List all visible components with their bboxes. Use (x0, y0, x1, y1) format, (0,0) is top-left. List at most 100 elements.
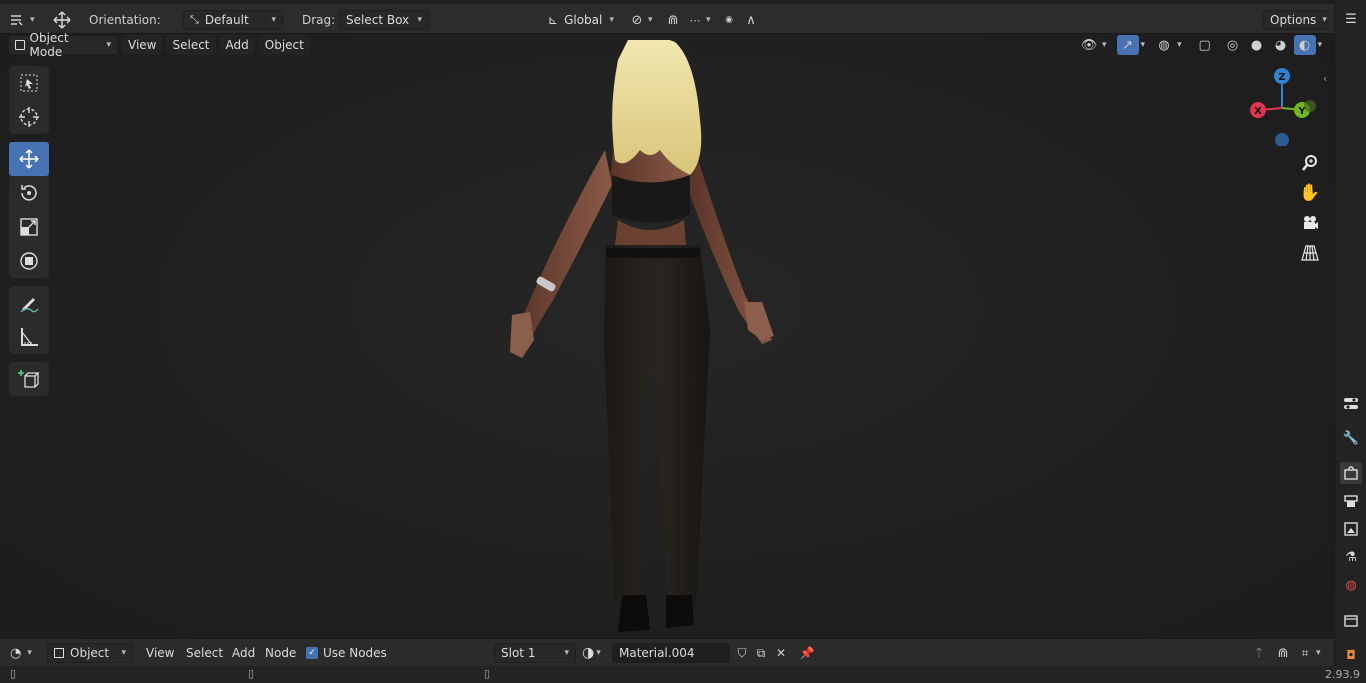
menu-view[interactable]: View (122, 35, 163, 55)
render-properties-icon[interactable] (1340, 462, 1362, 484)
visibility-eye-icon[interactable]: 👁 (1078, 35, 1100, 55)
grid-perspective-icon (1301, 245, 1319, 261)
snap-button-bottom[interactable]: ⋒ (1272, 643, 1294, 663)
properties-editor-icon[interactable] (1340, 393, 1362, 415)
chevron-down-icon[interactable]: ▾ (1141, 40, 1146, 50)
camera-icon (1304, 216, 1318, 229)
material-name-field[interactable]: Material.004 (612, 643, 730, 663)
unlink-material-button[interactable]: ✕ (770, 643, 792, 663)
hand-icon: ✋ (1299, 183, 1321, 203)
tool-group-select (9, 66, 49, 134)
menu-select-bottom[interactable]: Select (180, 643, 229, 663)
tool-settings-icon[interactable]: 🔧 (1340, 427, 1362, 449)
gizmo-neg-z-axis[interactable] (1275, 133, 1289, 146)
material-preview-icon[interactable]: ◕ (1270, 35, 1292, 55)
transform-icon (20, 252, 38, 270)
annotate-tool[interactable] (9, 286, 49, 320)
menu-add-bottom[interactable]: Add (226, 643, 261, 663)
move-tool[interactable] (9, 142, 49, 176)
select-box-tool[interactable] (9, 66, 49, 100)
use-nodes-checkbox[interactable]: ✓ Use Nodes (306, 643, 387, 663)
solid-shading-icon[interactable]: ● (1246, 35, 1268, 55)
chevron-down-icon: ▾ (564, 648, 569, 658)
drag-dropdown[interactable]: Select Box ▾ (339, 9, 429, 31)
outliner-icon[interactable]: ☰ (1340, 8, 1362, 30)
character-model[interactable] (500, 40, 800, 638)
options-dropdown[interactable]: Options ▾ (1263, 9, 1327, 31)
cursor-tool[interactable] (9, 100, 49, 134)
shader-editor-icon: ◔ (10, 645, 22, 661)
rotate-icon (21, 185, 37, 201)
measure-tool[interactable] (9, 320, 49, 354)
add-cube-icon (18, 370, 40, 388)
status-bar: ▯ ▯ ▯ 2.93.9 (0, 666, 1366, 683)
3d-viewport[interactable] (0, 34, 1334, 638)
editor-type-button-bottom[interactable]: ◔ ▾ (10, 643, 32, 663)
editor-type-button[interactable]: ▾ (8, 9, 35, 31)
chevron-down-icon: ▾ (706, 15, 711, 25)
move-tool-icon[interactable] (50, 9, 74, 31)
chevron-down-icon: ▾ (271, 15, 276, 25)
menu-object[interactable]: Object (258, 35, 310, 55)
magnet-icon: ⋒ (1277, 645, 1289, 661)
world-properties-icon[interactable]: ◍ (1340, 574, 1362, 596)
collection-icon[interactable] (1340, 610, 1362, 632)
chevron-down-icon[interactable]: ▾ (1102, 40, 1107, 50)
snap-target-dropdown[interactable]: ⋯ ▾ (684, 9, 711, 31)
orientation-icon: ⤡ (190, 13, 199, 26)
parent-node-tree-button[interactable]: ⇡ (1248, 643, 1270, 663)
overlay-toggle-icon[interactable]: ◍ (1153, 35, 1175, 55)
snap-toggle[interactable]: ⋒ (662, 9, 684, 31)
gizmo-toggle-icon[interactable]: ↗ (1116, 35, 1139, 55)
shader-type-dropdown[interactable]: Object ▾ (47, 643, 133, 663)
mouse-right-icon: ▯ (484, 667, 491, 680)
perspective-toggle-button[interactable] (1296, 239, 1324, 267)
viewport-header: Object Mode ▾ View Select Add Object (8, 31, 310, 59)
add-cube-tool[interactable] (9, 362, 49, 396)
view-layer-icon[interactable] (1340, 518, 1362, 540)
gizmo-neg-y-axis[interactable] (1304, 100, 1316, 112)
rotate-tool[interactable] (9, 176, 49, 210)
falloff-dropdown[interactable]: ∧ (740, 9, 762, 31)
pan-view-button[interactable]: ✋ (1296, 179, 1324, 207)
new-material-button[interactable]: ⧉ (750, 643, 772, 663)
proportional-editing-toggle[interactable]: ◉ (718, 9, 740, 31)
browse-material-button[interactable]: ◑ ▾ (582, 643, 601, 663)
navigation-gizmo[interactable]: Z Y X (1244, 66, 1324, 146)
falloff-curve-icon: ∧ (746, 12, 756, 28)
transform-tool[interactable] (9, 244, 49, 278)
mode-dropdown[interactable]: Object Mode ▾ (8, 31, 118, 59)
menu-add[interactable]: Add (219, 35, 255, 55)
workspace-tabs-strip[interactable] (0, 0, 1334, 4)
global-axes-icon: ⊾ (548, 13, 559, 27)
menu-view-bottom[interactable]: View (140, 643, 180, 663)
rendered-shading-icon[interactable]: ◐ (1293, 35, 1316, 55)
scale-tool[interactable] (9, 210, 49, 244)
menu-select[interactable]: Select (166, 35, 216, 55)
snap-mode-dropdown[interactable]: ⌗ ▾ (1294, 643, 1321, 663)
viewport-tool-header: ▾ Orientation: ⤡ Default ▾ Drag: Select B… (0, 0, 1334, 34)
chevron-down-icon[interactable]: ▾ (1318, 40, 1323, 50)
transform-orientation-dropdown[interactable]: ⊾ Global ▾ (542, 9, 620, 31)
viewport-shading-shelf: 👁 ▾ ↗ ▾ ◍ ▾ ▢ ◎ ● ◕ ◐ ▾ (1078, 35, 1322, 55)
properties-tab-strip: ☰ 🔧 ⚗ ◍ ◘ (1334, 0, 1366, 683)
sidebar-expand-icon[interactable]: ‹ (1323, 72, 1327, 85)
object-properties-icon[interactable]: ◘ (1340, 644, 1362, 666)
camera-view-button[interactable] (1296, 209, 1324, 237)
select-box-icon (20, 74, 38, 92)
chevron-down-icon[interactable]: ▾ (1177, 40, 1182, 50)
pin-button[interactable]: 📌 (796, 643, 818, 663)
pivot-point-dropdown[interactable]: ⊘ ▾ (626, 9, 653, 31)
orientation-dropdown[interactable]: ⤡ Default ▾ (183, 9, 283, 31)
orientation-label: Orientation: (89, 13, 161, 27)
output-properties-icon[interactable] (1340, 490, 1362, 512)
chevron-down-icon: ▾ (121, 648, 126, 658)
xray-toggle-icon[interactable]: ▢ (1194, 35, 1216, 55)
zoom-view-button[interactable] (1296, 149, 1324, 177)
wireframe-shading-icon[interactable]: ◎ (1222, 35, 1244, 55)
menu-node-bottom[interactable]: Node (259, 643, 302, 663)
material-slot-dropdown[interactable]: Slot 1 ▾ (494, 643, 576, 663)
scene-properties-icon[interactable]: ⚗ (1340, 546, 1362, 568)
chevron-down-icon: ▾ (596, 648, 601, 658)
chevron-down-icon: ▾ (648, 15, 653, 25)
